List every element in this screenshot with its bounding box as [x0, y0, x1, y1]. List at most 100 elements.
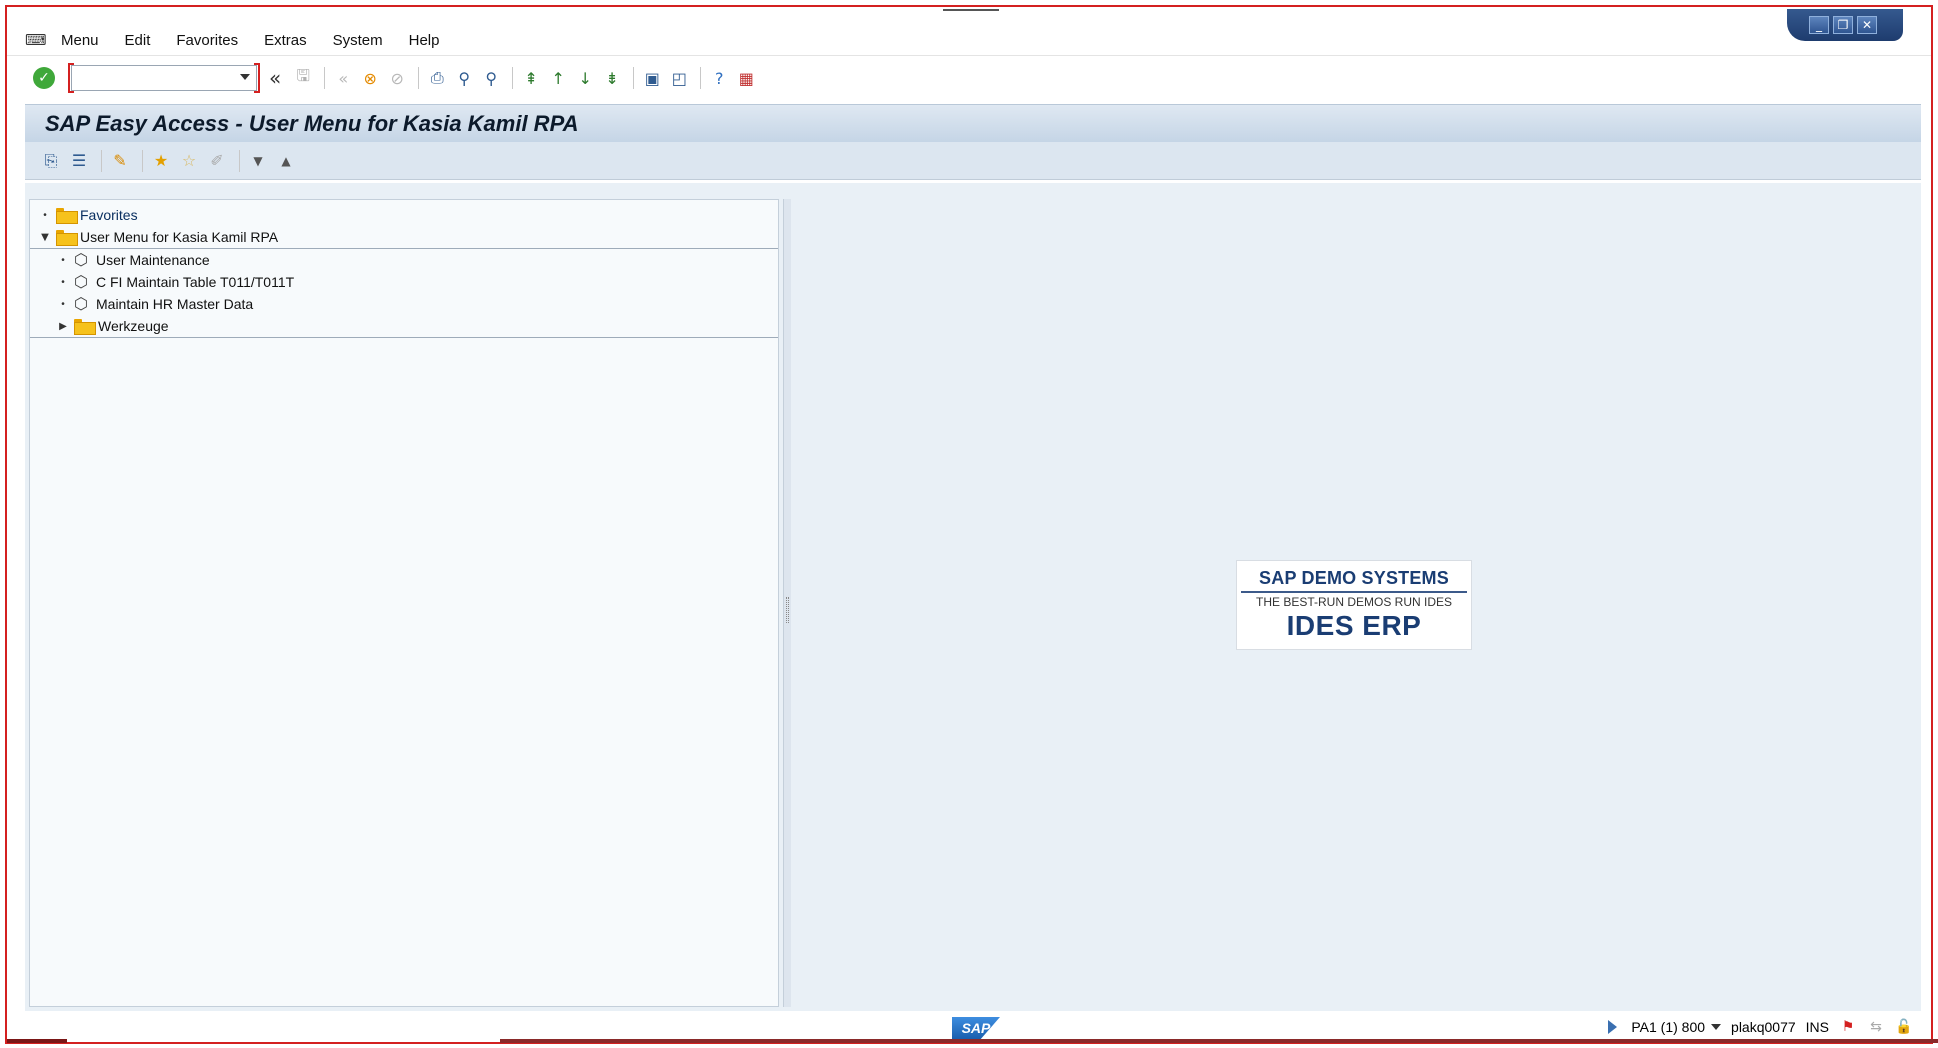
command-field-focus-left — [68, 63, 74, 93]
sap-menu-icon[interactable]: ☰ — [67, 149, 91, 173]
status-expand-icon[interactable] — [1608, 1020, 1618, 1034]
tree-node-folder[interactable]: ▶ Werkzeuge — [30, 315, 778, 337]
logo-rule — [1241, 591, 1467, 593]
menu-item-system[interactable]: System — [333, 32, 383, 49]
print-icon[interactable]: ⎙ — [425, 66, 449, 90]
previous-page-icon[interactable]: ↑ — [546, 66, 570, 90]
new-session-icon[interactable]: ▣ — [640, 66, 664, 90]
exit-icon[interactable]: ⊗ — [358, 66, 382, 90]
cancel-icon[interactable]: ⊘ — [385, 66, 409, 90]
find-icon[interactable]: ⚲ — [452, 66, 476, 90]
first-page-icon[interactable]: ⇞ — [519, 66, 543, 90]
tree-label: User Maintenance — [96, 252, 210, 268]
command-field-focus-right — [254, 63, 260, 93]
flag-icon[interactable]: ⚑ — [1839, 1019, 1857, 1035]
tree-node-transaction[interactable]: • ⬡ Maintain HR Master Data — [30, 293, 778, 315]
toolbar-separator — [239, 149, 240, 172]
ides-logo: SAP DEMO SYSTEMS THE BEST-RUN DEMOS RUN … — [1236, 560, 1472, 650]
next-page-icon[interactable]: ↓ — [573, 66, 597, 90]
toolbar-separator — [633, 67, 635, 89]
menu-tree: • Favorites ▼ User Menu for Kasia Kamil … — [29, 199, 779, 1007]
open-folder-icon — [56, 230, 78, 246]
main-content: • Favorites ▼ User Menu for Kasia Kamil … — [25, 183, 1921, 1011]
back-icon[interactable]: « — [331, 66, 355, 90]
tree-label: Favorites — [80, 207, 138, 223]
logo-tagline: THE BEST-RUN DEMOS RUN IDES — [1255, 595, 1453, 609]
toolbar-separator — [101, 149, 102, 172]
customize-layout-icon[interactable]: ▦ — [734, 66, 758, 90]
tree-node-user-menu[interactable]: ▼ User Menu for Kasia Kamil RPA — [30, 226, 778, 248]
tree-label: C FI Maintain Table T011/T011T — [96, 274, 295, 290]
save-icon[interactable]: 🖫 — [291, 66, 315, 90]
bottom-strip — [0, 1038, 1938, 1044]
input-mode[interactable]: INS — [1806, 1019, 1829, 1035]
toolbar-separator — [324, 67, 326, 89]
tree-divider — [30, 337, 778, 338]
tree-node-transaction[interactable]: • ⬡ User Maintenance — [30, 249, 778, 271]
application-window: _ ❐ ✕ ⌨ Menu Edit Favorites Extras Syste… — [5, 5, 1933, 1044]
logo-product: IDES ERP — [1286, 610, 1422, 641]
connection-icon: ⇆ — [1870, 1019, 1882, 1035]
toolbar-separator — [512, 67, 514, 89]
menu-toggle-icon[interactable]: ⌨ — [25, 31, 47, 49]
title-bar: SAP Easy Access - User Menu for Kasia Ka… — [25, 104, 1921, 142]
menu-bar: ⌨ Menu Edit Favorites Extras System Help — [7, 25, 1931, 55]
system-toolbar: ✓ « 🖫 « ⊗ ⊘ ⎙ ⚲ ⚲ ⇞ ↑ ↓ ⇟ ▣ ◰ ? ▦ — [7, 61, 1931, 95]
splitter-grip[interactable] — [786, 597, 789, 623]
other-menu-icon[interactable]: ⎘ — [39, 149, 63, 173]
enter-check-icon[interactable]: ✓ — [33, 67, 55, 89]
tree-label: Maintain HR Master Data — [96, 296, 254, 312]
pane-splitter[interactable] — [783, 199, 791, 1007]
user-id: plakq0077 — [1731, 1019, 1796, 1035]
sap-logo: SAP — [952, 1017, 1000, 1039]
folder-icon — [74, 319, 96, 335]
toolbar-separator — [418, 67, 420, 89]
last-page-icon[interactable]: ⇟ — [600, 66, 624, 90]
create-shortcut-icon[interactable]: ◰ — [667, 66, 691, 90]
collapsed-arrow-icon[interactable]: ▶ — [58, 321, 68, 332]
menu-divider — [7, 55, 1931, 56]
menu-item-menu[interactable]: Menu — [61, 32, 99, 49]
tree-bullet: • — [61, 298, 65, 310]
page-title: SAP Easy Access - User Menu for Kasia Ka… — [45, 110, 579, 136]
change-favorite-icon[interactable]: ✐ — [205, 149, 229, 173]
menu-item-favorites[interactable]: Favorites — [176, 32, 238, 49]
user-menu-icon[interactable]: ✎ — [108, 149, 132, 173]
find-next-icon[interactable]: ⚲ — [479, 66, 503, 90]
delete-favorite-icon[interactable]: ☆ — [177, 149, 201, 173]
tree-node-favorites[interactable]: • Favorites — [30, 204, 778, 226]
tree-bullet: • — [43, 209, 47, 221]
transaction-cube-icon: ⬡ — [74, 272, 88, 291]
toolbar-separator — [700, 67, 702, 89]
status-bar: PA1 (1) 800 plakq0077 INS ⚑ ⇆ 🔓 — [1608, 1019, 1913, 1035]
tree-bullet: • — [61, 254, 65, 266]
tree-node-transaction[interactable]: • ⬡ C FI Maintain Table T011/T011T — [30, 271, 778, 293]
menu-item-edit[interactable]: Edit — [125, 32, 151, 49]
logo-title: SAP DEMO SYSTEMS — [1259, 568, 1449, 588]
collapse-command-field-icon[interactable]: « — [269, 66, 281, 90]
application-toolbar: ⎘ ☰ ✎ ★ ☆ ✐ ▼ ▲ — [25, 142, 1921, 180]
bottom-strip-segment — [7, 1039, 67, 1043]
window-top-indicator — [943, 9, 999, 11]
help-icon[interactable]: ? — [707, 66, 731, 90]
toolbar-separator — [142, 149, 143, 172]
tree-label: User Menu for Kasia Kamil RPA — [80, 229, 279, 245]
move-up-icon[interactable]: ▲ — [274, 149, 298, 173]
system-info: PA1 (1) 800 — [1631, 1019, 1706, 1035]
bottom-strip-segment — [500, 1039, 1938, 1043]
lock-icon[interactable]: 🔓 — [1895, 1019, 1913, 1035]
command-history-dropdown-icon[interactable] — [240, 74, 250, 80]
tree-bullet: • — [61, 276, 65, 288]
system-info-dropdown-icon[interactable] — [1711, 1024, 1722, 1030]
tree-label: Werkzeuge — [98, 318, 169, 334]
transaction-cube-icon: ⬡ — [74, 294, 88, 313]
move-down-icon[interactable]: ▼ — [246, 149, 270, 173]
menu-item-extras[interactable]: Extras — [264, 32, 307, 49]
menu-item-help[interactable]: Help — [409, 32, 440, 49]
folder-icon — [56, 208, 78, 224]
command-field[interactable] — [68, 63, 260, 93]
transaction-cube-icon: ⬡ — [74, 250, 88, 269]
add-favorite-icon[interactable]: ★ — [149, 149, 173, 173]
command-input[interactable] — [78, 67, 238, 89]
expanded-arrow-icon[interactable]: ▼ — [40, 232, 50, 243]
